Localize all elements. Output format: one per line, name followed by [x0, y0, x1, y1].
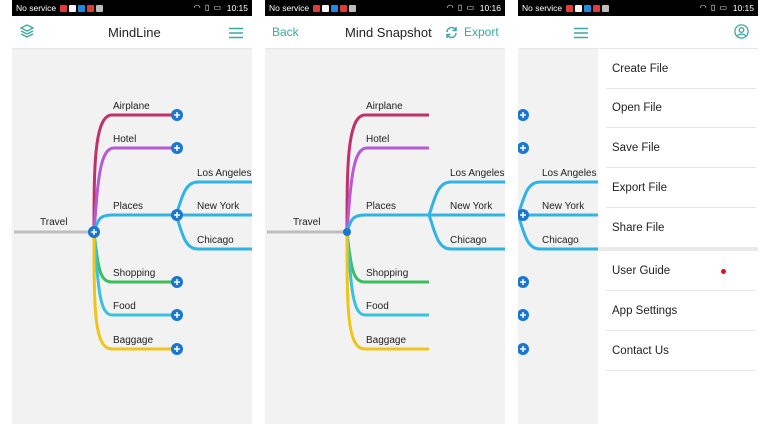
app-bar [518, 16, 758, 49]
add-node-hotel-icon[interactable] [518, 142, 529, 154]
carrier-text: No service [269, 3, 310, 13]
branch-places [345, 213, 429, 233]
add-node-shopping-icon[interactable] [518, 276, 529, 288]
carrier-text: No service [16, 3, 57, 13]
clock: 10:15 [732, 3, 754, 13]
node-food: Food [366, 301, 389, 312]
app-bar: Back Mind Snapshot Export [265, 16, 505, 49]
mindmap-canvas[interactable]: Travel Airplane Hotel Places Shopping Fo… [12, 49, 252, 424]
menu-item-create-file[interactable]: Create File [612, 63, 668, 75]
node-food[interactable]: Food [113, 301, 136, 312]
export-button[interactable]: Export [464, 25, 499, 39]
node-places: Places [366, 201, 396, 212]
mindmap: Travel Airplane Hotel Places Shopping Fo… [14, 101, 252, 355]
menu-divider [606, 207, 756, 208]
new-badge-dot [721, 269, 726, 274]
screen-file-menu: No service ◠ ▯ ▭ 10:15 Los Angeles New Y… [518, 0, 758, 424]
add-node-root-icon[interactable] [88, 226, 100, 238]
node-airplane[interactable]: Airplane [113, 101, 150, 112]
back-button[interactable]: Back [272, 25, 299, 39]
menu-divider [606, 167, 756, 168]
menu-group-separator [598, 247, 758, 251]
carrier-text: No service [522, 3, 563, 13]
add-node-food-icon[interactable] [171, 309, 183, 321]
add-node-baggage-icon[interactable] [171, 343, 183, 355]
add-node-places-icon[interactable] [171, 209, 183, 221]
mindmap-snapshot: Travel Airplane Hotel Places Shopping Fo… [267, 101, 505, 351]
app-title: MindLine [108, 25, 161, 40]
add-node-places-icon[interactable] [518, 209, 529, 221]
menu-item-share-file[interactable]: Share File [612, 222, 664, 234]
system-icons: ◠ ▯ ▭ [699, 3, 728, 12]
node-hotel[interactable]: Hotel [113, 134, 136, 145]
node-chicago[interactable]: Chicago [197, 235, 234, 246]
node-los-angeles: Los Angeles [450, 168, 505, 179]
system-icons: ◠ ▯ ▭ [446, 3, 475, 12]
add-node-baggage-icon[interactable] [518, 343, 529, 355]
mindmap-canvas[interactable]: Travel Airplane Hotel Places Shopping Fo… [265, 49, 505, 424]
menu-divider [606, 330, 756, 331]
notification-icons [313, 4, 358, 14]
status-bar: No service ◠ ▯ ▭ 10:16 [265, 0, 505, 16]
node-new-york[interactable]: New York [197, 201, 240, 212]
app-bar: MindLine [12, 16, 252, 49]
add-node-shopping-icon[interactable] [171, 276, 183, 288]
status-bar: No service ◠ ▯ ▭ 10:15 [12, 0, 252, 16]
node-shopping: Shopping [366, 268, 408, 279]
notification-icons [566, 4, 611, 14]
menu-item-open-file[interactable]: Open File [612, 102, 662, 114]
menu-item-contact-us[interactable]: Contact Us [612, 345, 669, 357]
node-shopping[interactable]: Shopping [113, 268, 155, 279]
branch-hotel [345, 146, 429, 233]
branch-baggage [92, 231, 176, 351]
add-node-airplane-icon[interactable] [171, 109, 183, 121]
layers-icon[interactable] [19, 24, 35, 43]
node-baggage[interactable]: Baggage [113, 335, 153, 346]
add-node-hotel-icon[interactable] [171, 142, 183, 154]
node-los-angeles[interactable]: Los Angeles [542, 168, 597, 179]
node-chicago[interactable]: Chicago [542, 235, 579, 246]
status-bar: No service ◠ ▯ ▭ 10:15 [518, 0, 758, 16]
branch-baggage [345, 231, 429, 351]
menu-item-user-guide[interactable]: User Guide [612, 265, 670, 277]
refresh-icon[interactable] [445, 26, 458, 44]
root-node-dot [343, 228, 351, 236]
node-travel: Travel [293, 217, 320, 228]
node-chicago: Chicago [450, 235, 487, 246]
node-places[interactable]: Places [113, 201, 143, 212]
node-travel[interactable]: Travel [40, 217, 67, 228]
branch-places [92, 213, 176, 233]
menu-icon[interactable] [574, 26, 588, 44]
node-new-york[interactable]: New York [542, 201, 585, 212]
notification-icons [60, 4, 105, 14]
menu-divider [606, 290, 756, 291]
clock: 10:16 [479, 3, 501, 13]
page-title: Mind Snapshot [345, 25, 432, 40]
menu-divider [606, 88, 756, 89]
branch-hotel [92, 146, 176, 233]
menu-item-app-settings[interactable]: App Settings [612, 305, 677, 317]
node-los-angeles[interactable]: Los Angeles [197, 168, 252, 179]
file-menu-drawer: Create File Open File Save File Export F… [598, 49, 758, 424]
node-hotel: Hotel [366, 134, 389, 145]
add-node-food-icon[interactable] [518, 309, 529, 321]
system-icons: ◠ ▯ ▭ [193, 3, 222, 12]
menu-item-export-file[interactable]: Export File [612, 182, 667, 194]
node-new-york: New York [450, 201, 493, 212]
clock: 10:15 [226, 3, 248, 13]
menu-divider [606, 127, 756, 128]
add-node-airplane-icon[interactable] [518, 109, 529, 121]
node-airplane: Airplane [366, 101, 403, 112]
menu-divider [606, 370, 756, 371]
menu-icon[interactable] [229, 26, 243, 44]
screen-mindline: No service ◠ ▯ ▭ 10:15 MindLine Travel A… [12, 0, 252, 424]
node-baggage: Baggage [366, 335, 406, 346]
account-icon[interactable] [734, 24, 749, 44]
screen-mind-snapshot: No service ◠ ▯ ▭ 10:16 Back Mind Snapsho… [265, 0, 505, 424]
menu-item-save-file[interactable]: Save File [612, 142, 660, 154]
